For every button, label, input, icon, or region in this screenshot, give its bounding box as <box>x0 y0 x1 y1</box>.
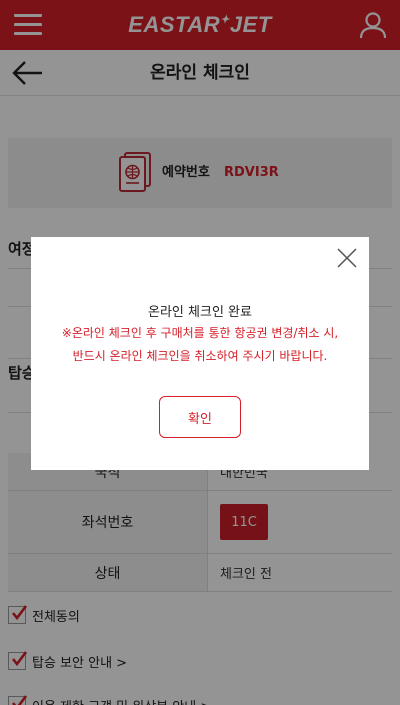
close-icon[interactable] <box>336 247 358 269</box>
dialog-warning-line-1: ※온라인 체크인 후 구매처를 통한 항공권 변경/취소 시, <box>61 326 339 340</box>
dialog-warning-line-2: 반드시 온라인 체크인을 취소하여 주시기 바랍니다. <box>72 349 328 363</box>
checkin-complete-dialog: 온라인 체크인 완료 ※온라인 체크인 후 구매처를 통한 항공권 변경/취소 … <box>31 237 369 470</box>
dialog-title: 온라인 체크인 완료 <box>148 305 252 320</box>
confirm-button[interactable]: 확인 <box>159 396 241 438</box>
